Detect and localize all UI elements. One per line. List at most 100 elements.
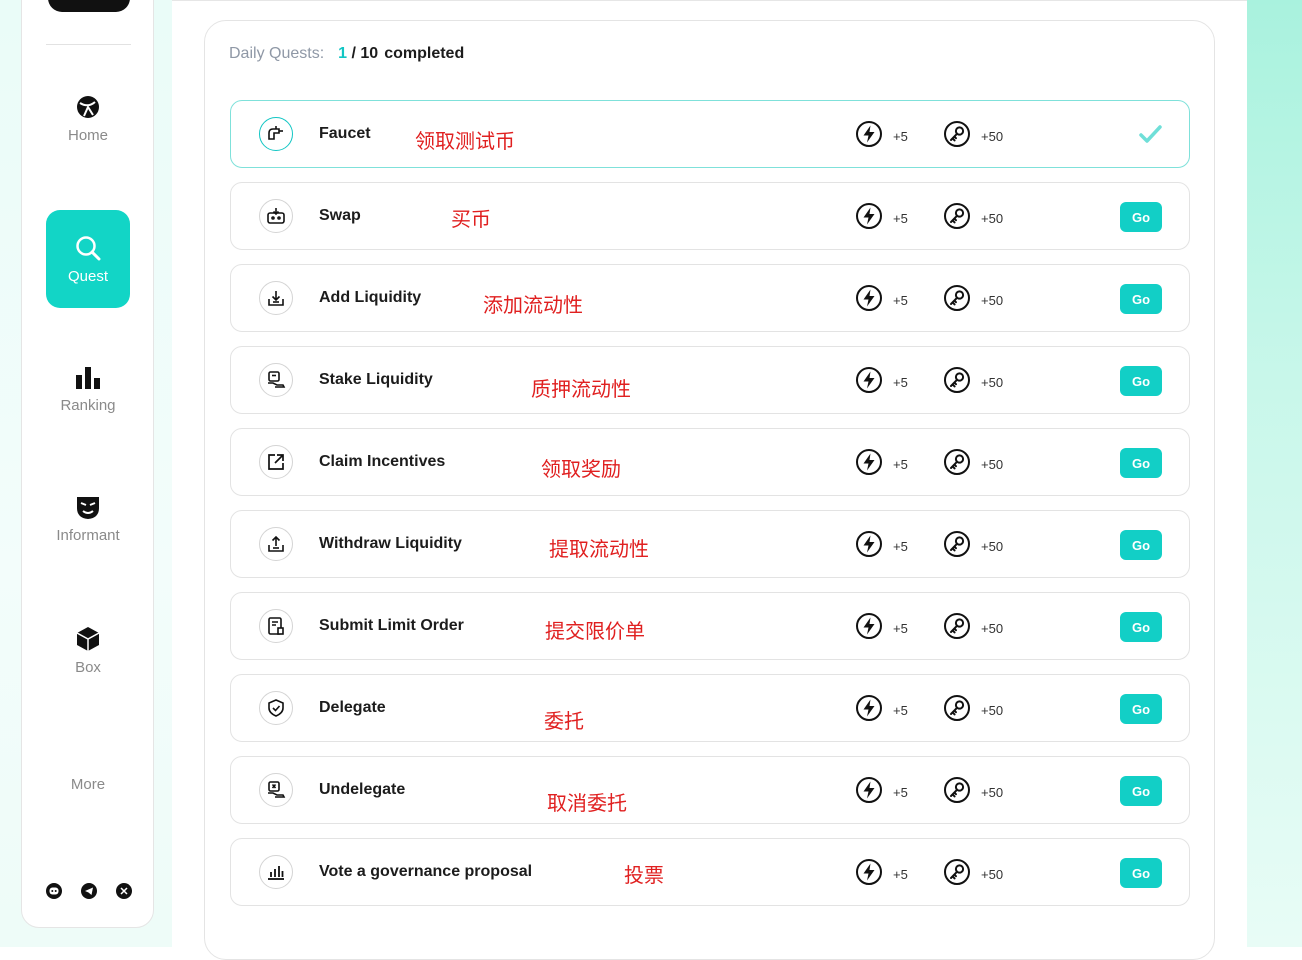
quest-annotation: 添加流动性: [483, 293, 583, 317]
telegram-icon[interactable]: [81, 883, 97, 899]
bar-chart-icon: [74, 363, 102, 391]
stake-hand-icon: [259, 363, 293, 397]
key-icon: [943, 366, 971, 399]
quest-name: Faucet: [319, 125, 371, 142]
progress-label: Daily Quests:: [229, 45, 325, 62]
key-reward-value: +50: [981, 129, 1004, 144]
energy-reward: +5: [855, 202, 908, 235]
download-tray-icon: [259, 281, 293, 315]
key-reward: +50: [943, 366, 1003, 399]
lightning-icon: [855, 284, 883, 317]
key-reward: +50: [943, 776, 1003, 809]
more-link[interactable]: More: [46, 776, 130, 793]
quest-row[interactable]: Delegate 委托 +5 +50 Go: [230, 674, 1190, 742]
quest-row[interactable]: Vote a governance proposal 投票 +5 +50 Go: [230, 838, 1190, 906]
key-icon: [943, 776, 971, 809]
quest-name: Withdraw Liquidity: [319, 535, 462, 552]
daily-quests-progress: Daily Quests: 1 / 10 completed: [229, 45, 464, 63]
key-reward: +50: [943, 694, 1003, 727]
quest-row[interactable]: Faucet 领取测试币 +5 +50: [230, 100, 1190, 168]
quest-name: Add Liquidity: [319, 289, 422, 306]
go-button[interactable]: Go: [1120, 694, 1162, 724]
lightning-icon: [855, 530, 883, 563]
key-icon: [943, 202, 971, 235]
go-button[interactable]: Go: [1120, 284, 1162, 314]
key-reward-value: +50: [981, 539, 1004, 554]
key-reward-value: +50: [981, 457, 1004, 472]
progress-total-count: 10: [360, 45, 379, 62]
energy-reward: +5: [855, 120, 908, 153]
quest-row[interactable]: Withdraw Liquidity 提取流动性 +5 +50 Go: [230, 510, 1190, 578]
go-button[interactable]: Go: [1120, 530, 1162, 560]
energy-reward-value: +5: [893, 621, 908, 636]
go-button[interactable]: Go: [1120, 612, 1162, 642]
sidebar-item-label: Quest: [67, 267, 109, 285]
mask-icon: [74, 493, 102, 521]
quest-annotation: 领取奖励: [541, 457, 621, 481]
key-icon: [943, 530, 971, 563]
quest-row[interactable]: Swap 买币 +5 +50 Go: [230, 182, 1190, 250]
sidebar-logo-pill[interactable]: [48, 0, 130, 12]
quest-annotation: 委托: [544, 709, 584, 733]
lightning-icon: [855, 202, 883, 235]
quest-row[interactable]: Submit Limit Order 提交限价单 +5 +50 Go: [230, 592, 1190, 660]
quest-annotation: 买币: [451, 207, 491, 231]
sidebar-item-quest[interactable]: Quest: [46, 210, 130, 308]
globe-icon: [74, 93, 102, 121]
progress-done-count: 1: [338, 45, 348, 62]
go-button[interactable]: Go: [1120, 448, 1162, 478]
key-reward-value: +50: [981, 293, 1004, 308]
page-background-right: [1247, 0, 1302, 947]
key-icon: [943, 120, 971, 153]
energy-reward: +5: [855, 284, 908, 317]
key-reward: +50: [943, 120, 1003, 153]
vote-bars-icon: [259, 855, 293, 889]
energy-reward-value: +5: [893, 539, 908, 554]
quest-name: Claim Incentives: [319, 453, 446, 470]
key-reward-value: +50: [981, 703, 1004, 718]
daily-quests-card: Daily Quests: 1 / 10 completed Faucet 领取测试币…: [204, 20, 1215, 960]
key-reward: +50: [943, 284, 1003, 317]
sidebar-item-box[interactable]: Box: [46, 601, 130, 699]
lightning-icon: [855, 120, 883, 153]
quest-row[interactable]: Undelegate 取消委托 +5 +50 Go: [230, 756, 1190, 824]
energy-reward-value: +5: [893, 293, 908, 308]
key-icon: [943, 858, 971, 891]
sidebar-item-home[interactable]: Home: [46, 69, 130, 167]
energy-reward: +5: [855, 366, 908, 399]
sidebar-item-label: Informant: [56, 526, 120, 544]
sidebar-item-label: Ranking: [60, 396, 116, 414]
quest-row[interactable]: Claim Incentives 领取奖励 +5 +50 Go: [230, 428, 1190, 496]
lightning-icon: [855, 694, 883, 727]
sidebar: Home Quest Ranking Informant Box More: [21, 0, 154, 928]
quest-annotation: 提取流动性: [549, 537, 649, 561]
quest-annotation: 质押流动性: [531, 377, 631, 401]
lightning-icon: [855, 612, 883, 645]
lightning-icon: [855, 776, 883, 809]
go-button[interactable]: Go: [1120, 366, 1162, 396]
key-reward-value: +50: [981, 375, 1004, 390]
key-reward-value: +50: [981, 211, 1004, 226]
energy-reward-value: +5: [893, 457, 908, 472]
key-icon: [943, 694, 971, 727]
key-reward: +50: [943, 858, 1003, 891]
energy-reward-value: +5: [893, 129, 908, 144]
key-reward-value: +50: [981, 867, 1004, 882]
faucet-icon: [259, 117, 293, 151]
go-button[interactable]: Go: [1120, 858, 1162, 888]
progress-separator: /: [351, 45, 356, 62]
quest-row[interactable]: Add Liquidity 添加流动性 +5 +50 Go: [230, 264, 1190, 332]
sidebar-item-ranking[interactable]: Ranking: [46, 339, 130, 437]
sidebar-item-informant[interactable]: Informant: [46, 469, 130, 567]
key-reward: +50: [943, 202, 1003, 235]
quest-name: Undelegate: [319, 781, 406, 798]
quest-name: Delegate: [319, 699, 386, 716]
go-button[interactable]: Go: [1120, 776, 1162, 806]
social-links: [46, 883, 132, 899]
discord-icon[interactable]: [46, 883, 62, 899]
energy-reward: +5: [855, 448, 908, 481]
quest-row[interactable]: Stake Liquidity 质押流动性 +5 +50 Go: [230, 346, 1190, 414]
go-button[interactable]: Go: [1120, 202, 1162, 232]
x-icon[interactable]: [116, 883, 132, 899]
cube-icon: [74, 625, 102, 653]
